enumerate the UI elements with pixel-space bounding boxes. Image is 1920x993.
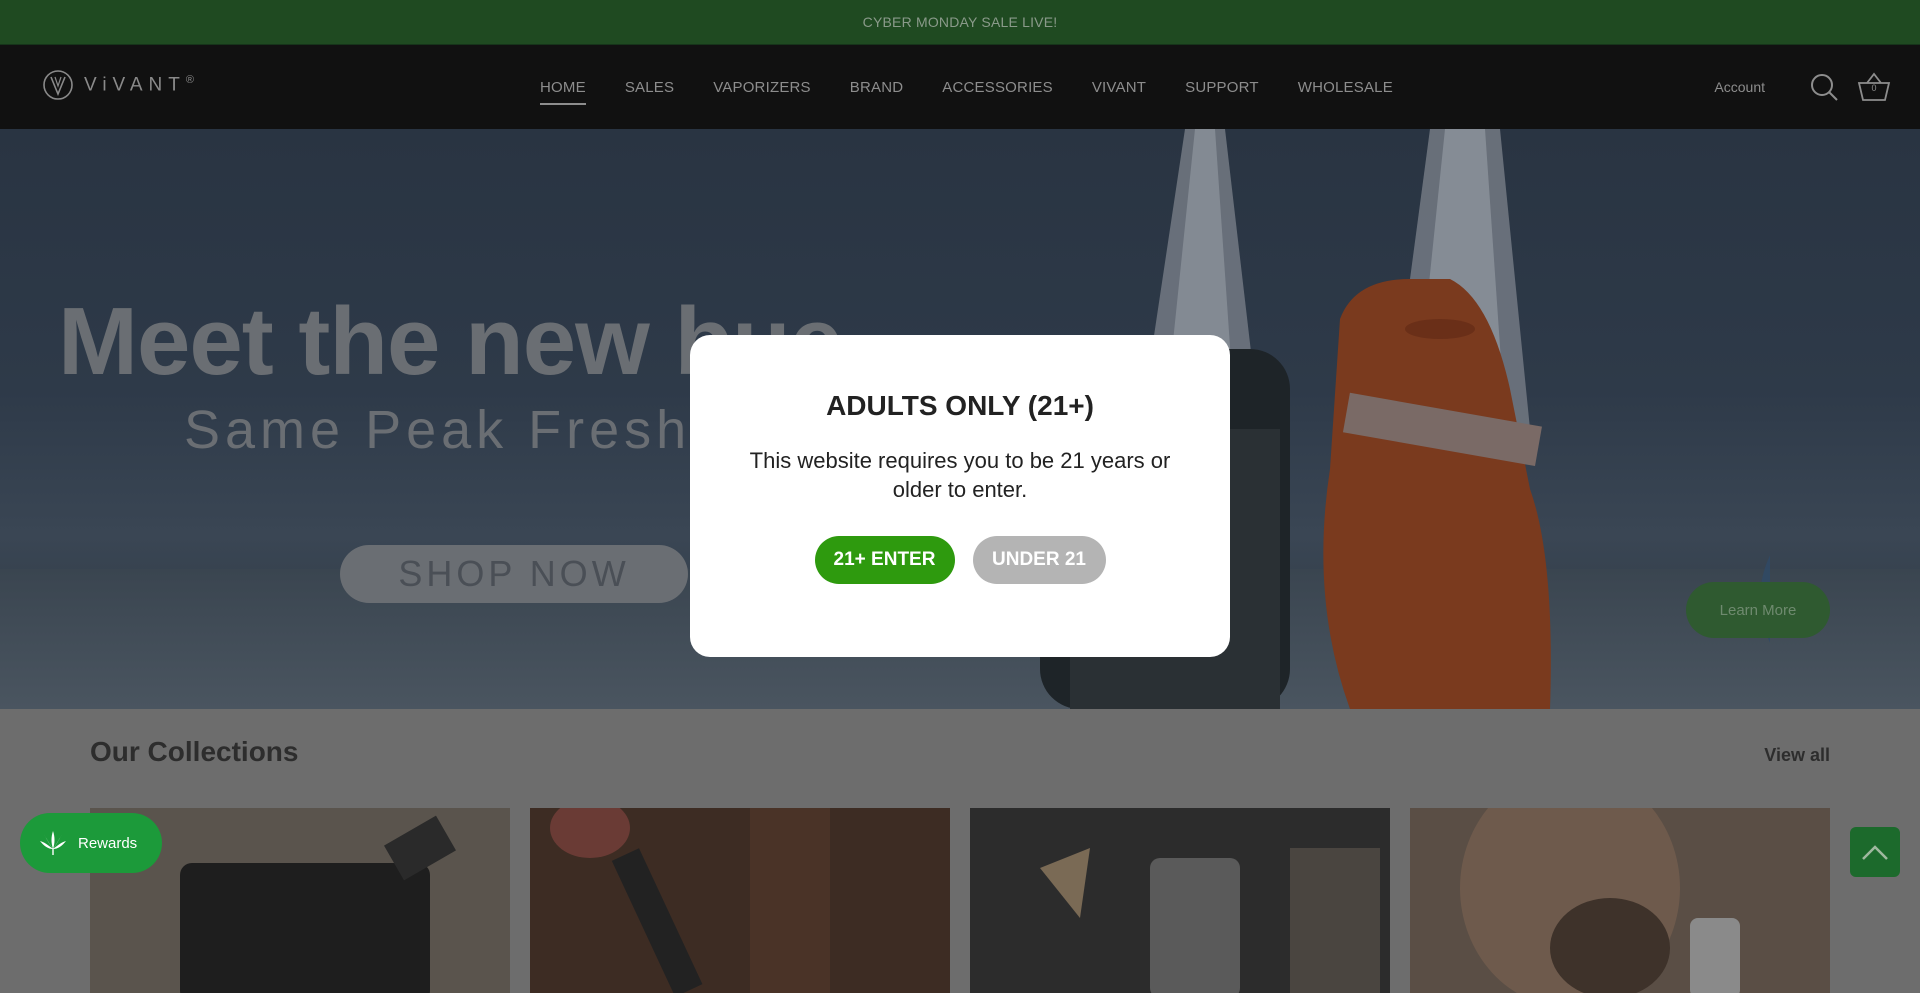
nav-item-vivant[interactable]: VIVANT: [1092, 79, 1146, 96]
nav-item-sales[interactable]: SALES: [625, 79, 674, 96]
nav-item-vaporizers[interactable]: VAPORIZERS: [713, 79, 811, 96]
collection-card[interactable]: [970, 808, 1390, 993]
account-link[interactable]: Account: [1714, 79, 1765, 95]
search-icon: [1811, 74, 1838, 101]
nav-item-home[interactable]: HOME: [540, 79, 586, 105]
rewards-button[interactable]: Rewards: [20, 813, 162, 873]
learn-more-button[interactable]: Learn More: [1686, 582, 1830, 638]
nav-item-brand[interactable]: BRAND: [850, 79, 904, 96]
vivant-logo-icon: [43, 70, 73, 100]
back-to-top-button[interactable]: [1850, 827, 1900, 877]
collection-image: [530, 808, 950, 993]
modal-message: This website requires you to be 21 years…: [749, 448, 1171, 502]
cart-count: 0: [1871, 83, 1877, 93]
rewards-label: Rewards: [78, 834, 138, 852]
hero-subtitle: Same Peak Fresh: [184, 400, 692, 460]
enter-21-plus-button[interactable]: 21+ ENTER: [814, 536, 955, 584]
nav-item-wholesale[interactable]: WHOLESALE: [1298, 79, 1393, 96]
announcement-text: CYBER MONDAY SALE LIVE!: [862, 14, 1058, 30]
modal-title: ADULTS ONLY (21+): [826, 390, 1094, 421]
view-all-link[interactable]: View all: [1764, 745, 1830, 766]
announcement-bar: CYBER MONDAY SALE LIVE!: [0, 0, 1920, 45]
header-actions: Account 0: [1714, 45, 1892, 129]
chevron-up-icon: [1862, 845, 1888, 860]
collections-section: Our Collections View all: [0, 709, 1920, 993]
collection-image: [970, 808, 1390, 993]
cart-button[interactable]: 0: [1856, 69, 1892, 105]
modal-buttons: 21+ ENTER UNDER 21: [690, 536, 1230, 584]
under-21-button[interactable]: UNDER 21: [972, 536, 1106, 584]
collection-card[interactable]: [530, 808, 950, 993]
logo-text: ViVANT®: [84, 73, 194, 96]
leaf-icon: [40, 831, 66, 855]
nav-item-accessories[interactable]: ACCESSORIES: [942, 79, 1053, 96]
site-header: ViVANT® HOME SALES VAPORIZERS BRAND ACCE…: [0, 45, 1920, 129]
collection-image: [1410, 808, 1830, 993]
collections-title: Our Collections: [90, 736, 299, 767]
search-button[interactable]: [1806, 69, 1842, 105]
site-logo[interactable]: ViVANT®: [42, 69, 194, 101]
shop-now-button[interactable]: SHOP NOW: [340, 545, 688, 603]
main-nav: HOME SALES VAPORIZERS BRAND ACCESSORIES …: [540, 45, 1432, 129]
nav-item-support[interactable]: SUPPORT: [1185, 79, 1259, 96]
collection-card[interactable]: [1410, 808, 1830, 993]
age-verification-modal: ADULTS ONLY (21+) This website requires …: [690, 335, 1230, 657]
